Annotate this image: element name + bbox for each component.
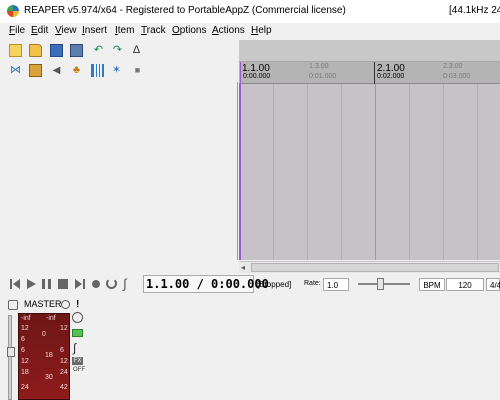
- menu-item[interactable]: Item: [115, 25, 134, 36]
- arrange-view[interactable]: [239, 84, 500, 260]
- bpm-field[interactable]: 120: [446, 278, 484, 291]
- stop-icon[interactable]: [58, 279, 68, 289]
- menu-edit[interactable]: Edit: [31, 25, 48, 36]
- master-info-icon[interactable]: !: [76, 299, 79, 310]
- beat-gridline: [307, 84, 308, 260]
- master-fader-handle[interactable]: [7, 347, 15, 357]
- meter-scale-label: 12: [21, 358, 29, 365]
- lock-icon[interactable]: [29, 64, 42, 77]
- title-bar: REAPER v5.974/x64 - Registered to Portab…: [0, 0, 500, 23]
- ruler-time-label: 0:02.000: [377, 73, 405, 80]
- transport-bar: ∫ 1.1.00 / 0:00.000 [Stopped] Rate: 1.0 …: [0, 273, 500, 295]
- record-icon[interactable]: [92, 280, 100, 288]
- speaker-icon[interactable]: ◀: [50, 64, 63, 77]
- meter-scale-label: 24: [21, 384, 29, 391]
- menu-options[interactable]: Options: [172, 25, 206, 36]
- meter-scale-label: 0: [42, 331, 46, 338]
- meter-scale-label: 12: [21, 325, 29, 332]
- beat-gridline: [409, 84, 410, 260]
- timeline-ruler[interactable]: 1.1.00 0:00.000 1.3.00 0:01.000 2.1.00 0…: [239, 62, 500, 84]
- save-project-icon[interactable]: [50, 44, 63, 57]
- meter-scale-label: 6: [21, 336, 25, 343]
- automation-icon[interactable]: ∫: [123, 276, 127, 291]
- redo-icon[interactable]: ↷: [111, 44, 124, 57]
- master-mono-icon[interactable]: [72, 312, 83, 323]
- meter-scale-label: 18: [45, 352, 53, 359]
- menu-actions[interactable]: Actions: [212, 25, 245, 36]
- scroll-thumb[interactable]: [251, 263, 499, 272]
- bar-gridline: [375, 84, 376, 260]
- meter-scale-label: 6: [60, 347, 64, 354]
- undo-icon[interactable]: ↶: [92, 44, 105, 57]
- ruler-time-label: 0:03.000: [443, 73, 471, 80]
- master-meter: -inf -inf 12 6 0 6 12 18 18 30 24 12 6 1…: [18, 313, 70, 400]
- meter-peak-right: -inf: [46, 315, 56, 322]
- pause-icon[interactable]: [42, 279, 51, 289]
- edit-cursor: [239, 84, 241, 260]
- repeat-icon[interactable]: [106, 278, 117, 289]
- beat-gridline: [341, 84, 342, 260]
- project-settings-icon[interactable]: [70, 44, 83, 57]
- ruler-bar-tick: [374, 62, 375, 84]
- go-to-end-icon[interactable]: [75, 279, 85, 289]
- meter-peak-left: -inf: [21, 315, 31, 322]
- master-pan-knob[interactable]: [61, 300, 70, 309]
- ruler-bar-label: 1.3.00: [309, 63, 329, 70]
- master-track-strip[interactable]: MASTER ! -inf -inf 12 6 0 6 12 18 18 30 …: [6, 297, 86, 400]
- auto-lock-icon[interactable]: ■: [131, 64, 144, 77]
- open-project-icon[interactable]: [29, 44, 42, 57]
- ripple-edit-icon[interactable]: ♣: [70, 64, 83, 77]
- snap-icon[interactable]: [91, 64, 104, 77]
- scroll-left-icon[interactable]: ◂: [241, 263, 245, 272]
- grid-icon[interactable]: ⋈: [9, 64, 22, 77]
- menu-track[interactable]: Track: [141, 25, 166, 36]
- meter-scale-label: 12: [60, 358, 68, 365]
- master-off-label: OFF: [73, 367, 85, 373]
- beat-gridline: [477, 84, 478, 260]
- ruler-start-tick: [240, 62, 241, 84]
- ruler-time-label: 0:01.000: [309, 73, 337, 80]
- meter-scale-label: 24: [60, 369, 68, 376]
- metronome-icon[interactable]: ∆: [130, 44, 143, 57]
- menu-bar: File Edit View Insert Item Track Options…: [0, 23, 500, 39]
- beat-gridline: [273, 84, 274, 260]
- beat-gridline: [443, 84, 444, 260]
- master-label: MASTER: [24, 299, 62, 309]
- meter-scale-label: 42: [60, 384, 68, 391]
- rate-slider-handle[interactable]: [377, 278, 384, 290]
- meter-scale-label: 18: [21, 369, 29, 376]
- master-fx-label[interactable]: FX: [72, 357, 83, 365]
- rate-slider-track[interactable]: [358, 283, 410, 285]
- reaper-logo-icon: [7, 5, 19, 17]
- horizontal-scrollbar[interactable]: ◂: [239, 261, 500, 273]
- bpm-label[interactable]: BPM: [419, 278, 445, 291]
- sample-rate-status: [44.1kHz 24bi: [449, 5, 500, 16]
- rate-label: Rate:: [304, 280, 321, 287]
- new-project-icon[interactable]: [9, 44, 22, 57]
- crossfade-icon[interactable]: ✶: [110, 64, 123, 77]
- master-envelope-icon[interactable]: ∫: [73, 341, 76, 355]
- play-state: [Stopped]: [257, 280, 292, 289]
- menu-file[interactable]: File: [9, 25, 25, 36]
- master-fx-button[interactable]: [72, 329, 83, 337]
- master-fader-track[interactable]: [8, 315, 12, 400]
- time-signature-field[interactable]: 4/4: [486, 278, 500, 291]
- track-list-panel[interactable]: [6, 82, 238, 260]
- menu-insert[interactable]: Insert: [82, 25, 107, 36]
- time-display: 1.1.00 / 0:00.000: [146, 277, 269, 291]
- go-to-start-icon[interactable]: [10, 279, 20, 289]
- window-title: REAPER v5.974/x64 - Registered to Portab…: [24, 5, 346, 16]
- menu-help[interactable]: Help: [251, 25, 272, 36]
- region-lane[interactable]: [239, 40, 500, 62]
- master-io-icon[interactable]: [8, 300, 18, 310]
- meter-scale-label: 6: [21, 347, 25, 354]
- menu-view[interactable]: View: [55, 25, 77, 36]
- meter-scale-label: 12: [60, 325, 68, 332]
- meter-scale-label: 30: [45, 374, 53, 381]
- ruler-bar-label: 2.3.00: [443, 63, 463, 70]
- rate-field[interactable]: 1.0: [323, 278, 349, 291]
- play-icon[interactable]: [27, 279, 36, 289]
- ruler-time-label: 0:00.000: [243, 73, 271, 80]
